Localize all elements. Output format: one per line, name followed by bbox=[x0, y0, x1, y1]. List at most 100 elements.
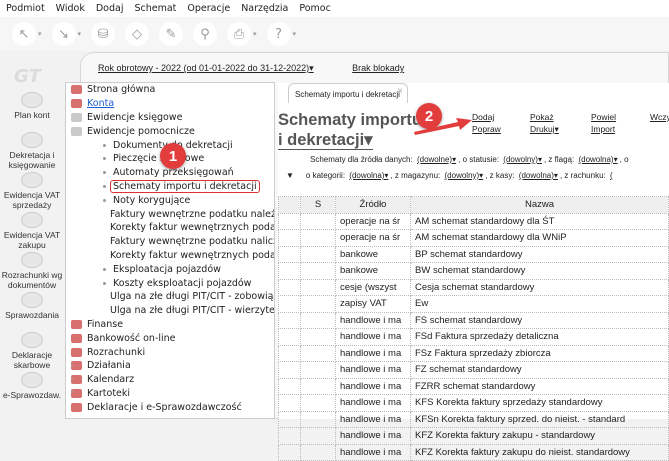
tab-schematy[interactable]: Schematy importu i dekretacji × bbox=[288, 83, 408, 103]
menu-narzędzia[interactable]: Narzędzia bbox=[241, 3, 288, 14]
tree-subitem[interactable]: Koszty eksploatacji pojazdów bbox=[66, 276, 274, 290]
table-row[interactable]: zapisy VAT Ew bbox=[278, 295, 669, 313]
column-header[interactable]: Nazwa bbox=[410, 196, 669, 214]
back-icon[interactable]: ↖ bbox=[12, 22, 36, 46]
menu-pomoc[interactable]: Pomoc bbox=[299, 3, 331, 14]
edit-icon[interactable]: ✎ bbox=[159, 22, 184, 46]
tree-scroll-arrows[interactable]: › › › bbox=[70, 360, 74, 399]
flag-filter[interactable]: (dowolna)▾ bbox=[578, 155, 617, 164]
tree-subitem[interactable]: Eksploatacja pojazdów bbox=[66, 262, 274, 276]
table-row[interactable]: handlowe i ma KFS Korekta faktury sprzeda… bbox=[278, 394, 669, 412]
module-button[interactable]: Sprawozdania bbox=[0, 292, 64, 332]
tree-item[interactable]: Finanse bbox=[66, 318, 274, 332]
table-row[interactable]: handlowe i ma KFZ Korekta faktury zakupu … bbox=[278, 443, 669, 461]
table-row[interactable]: bankowe BP schemat standardowy bbox=[278, 245, 669, 263]
close-icon[interactable]: × bbox=[397, 86, 403, 97]
row-selector-cell[interactable] bbox=[278, 344, 301, 362]
edit-button[interactable]: Popraw bbox=[472, 124, 501, 134]
tree-subitem[interactable]: Ulga na złe długi PIT/CIT - wierzytelno bbox=[66, 304, 274, 318]
row-selector-cell[interactable] bbox=[278, 229, 301, 247]
cash-filter[interactable]: (dowolna)▾ bbox=[519, 171, 558, 180]
row-selector-cell[interactable] bbox=[278, 295, 301, 313]
column-header[interactable]: Źródło bbox=[335, 196, 411, 214]
tree-subitem[interactable]: Noty korygujące bbox=[66, 193, 274, 207]
import-button[interactable]: Import bbox=[591, 124, 615, 134]
page-title[interactable]: Schematy importu i dekretacji▾ bbox=[278, 110, 422, 150]
row-selector-cell[interactable] bbox=[278, 311, 301, 329]
table-row[interactable]: handlowe i ma FSz Faktura sprzedaży zbior… bbox=[278, 344, 669, 362]
menu-schemat[interactable]: Schemat bbox=[134, 3, 176, 14]
title-line2[interactable]: i dekretacji▾ bbox=[278, 131, 373, 150]
forward-icon[interactable]: ↘ bbox=[51, 22, 76, 46]
tree-subitem[interactable]: Korekty faktur wewnętrznych podatku bbox=[66, 249, 274, 263]
status-filter[interactable]: (dowolny)▾ bbox=[503, 155, 542, 164]
table-row[interactable]: operacje na śr AM schemat standardowy dla… bbox=[278, 229, 669, 247]
tree-subitem[interactable]: Schematy importu i dekretacji bbox=[66, 179, 274, 194]
tree-item[interactable]: Ewidencje księgowe bbox=[66, 111, 274, 125]
tree-item[interactable]: Strona główna bbox=[66, 83, 274, 97]
menu-operacje[interactable]: Operacje bbox=[187, 3, 230, 14]
tree-subitem[interactable]: Faktury wewnętrzne podatku należne bbox=[66, 207, 274, 221]
tree-item[interactable]: Kalendarz bbox=[66, 373, 274, 387]
tree-item[interactable]: Działania bbox=[66, 359, 274, 373]
print-icon[interactable]: ⎙ bbox=[227, 22, 252, 46]
show-button[interactable]: Pokaż bbox=[530, 112, 554, 122]
row-selector-cell[interactable] bbox=[278, 361, 301, 379]
dropdown-arrow-icon[interactable]: ▾ bbox=[293, 30, 297, 38]
table-row[interactable]: operacje na śr AM schemat standardowy dla… bbox=[278, 212, 669, 230]
row-selector-cell[interactable] bbox=[278, 278, 301, 296]
row-selector-cell[interactable] bbox=[278, 245, 301, 263]
table-row[interactable]: handlowe i ma KFZ Korekta faktury zakupu … bbox=[278, 427, 669, 445]
column-header[interactable]: S bbox=[300, 196, 336, 214]
tree-subitem[interactable]: Korekty faktur wewnętrznych podatku bbox=[66, 221, 274, 235]
tree-item[interactable]: Rozrachunki bbox=[66, 345, 274, 359]
table-row[interactable]: handlowe i ma FZ schemat standardowy bbox=[278, 361, 669, 379]
module-button[interactable]: Ewidencja VAT zakupu bbox=[0, 212, 64, 252]
tree-item[interactable]: Ewidencje pomocnicze bbox=[66, 124, 274, 138]
row-selector-cell[interactable] bbox=[278, 410, 301, 428]
duplicate-button[interactable]: Powiel bbox=[591, 112, 616, 122]
lock-status-link[interactable]: Brak blokady bbox=[352, 63, 404, 73]
help-icon[interactable]: ? bbox=[266, 22, 291, 46]
menu-widok[interactable]: Widok bbox=[56, 3, 85, 14]
row-selector-cell[interactable] bbox=[278, 427, 301, 445]
dropdown-arrow-icon[interactable]: ▾ bbox=[78, 30, 82, 38]
module-button[interactable]: Ewidencja VAT sprzedaży bbox=[0, 172, 64, 212]
stamp-icon[interactable]: ⚲ bbox=[193, 22, 218, 46]
account-filter[interactable]: ( bbox=[610, 171, 613, 180]
load-button[interactable]: Wczy bbox=[650, 112, 669, 122]
print-button[interactable]: Drukuj▾ bbox=[530, 124, 559, 135]
dropdown-arrow-icon[interactable]: ▾ bbox=[38, 30, 42, 38]
row-selector-cell[interactable] bbox=[278, 377, 301, 395]
row-selector-cell[interactable] bbox=[278, 394, 301, 412]
tree-item[interactable]: Bankowość on-line bbox=[66, 331, 274, 345]
module-button[interactable]: e-Sprawozdaw. bbox=[0, 372, 64, 412]
table-row[interactable]: handlowe i ma FSd Faktura sprzedaży detal… bbox=[278, 328, 669, 346]
module-button[interactable]: Deklaracje skarbowe bbox=[0, 332, 64, 372]
table-row[interactable]: handlowe i ma FZRR schemat standardowy bbox=[278, 377, 669, 395]
table-row[interactable]: bankowe BW schemat standardowy bbox=[278, 262, 669, 280]
tree-item[interactable]: Deklaracje i e-Sprawozdawczość bbox=[66, 400, 274, 414]
source-filter[interactable]: (dowolne)▾ bbox=[417, 155, 456, 164]
column-header[interactable] bbox=[278, 196, 301, 214]
row-selector-cell[interactable] bbox=[278, 262, 301, 280]
category-filter[interactable]: (dowolna)▾ bbox=[349, 171, 388, 180]
tree-subitem[interactable]: Ulga na złe długi PIT/CIT - zobowiąza bbox=[66, 290, 274, 304]
row-selector-cell[interactable] bbox=[278, 328, 301, 346]
table-row[interactable]: handlowe i ma KFSn Korekta faktury sprzed… bbox=[278, 410, 669, 428]
collapse-filters-icon[interactable]: ▼ bbox=[286, 171, 294, 180]
table-row[interactable]: cesje (wszyst Cesja schemat standardowy bbox=[278, 278, 669, 296]
module-button[interactable]: Plan kont bbox=[0, 92, 64, 132]
row-selector-cell[interactable] bbox=[278, 443, 301, 461]
row-selector-cell[interactable] bbox=[278, 212, 301, 230]
tree-item[interactable]: Konta bbox=[66, 97, 274, 111]
accounts-icon[interactable]: ⛁ bbox=[91, 22, 116, 46]
tree-item[interactable]: Kartoteki bbox=[66, 387, 274, 401]
menu-podmiot[interactable]: Podmiot bbox=[6, 3, 45, 14]
document-icon[interactable]: ◇ bbox=[125, 22, 150, 46]
module-button[interactable]: Rozrachunki wg dokumentów bbox=[0, 252, 64, 292]
fiscal-year-dropdown[interactable]: Rok obrotowy - 2022 (od 01-01-2022 do 31… bbox=[98, 63, 314, 73]
warehouse-filter[interactable]: (dowolny)▾ bbox=[445, 171, 484, 180]
tree-subitem[interactable]: Faktury wewnętrzne podatku naliczon bbox=[66, 235, 274, 249]
dropdown-arrow-icon[interactable]: ▾ bbox=[253, 30, 257, 38]
